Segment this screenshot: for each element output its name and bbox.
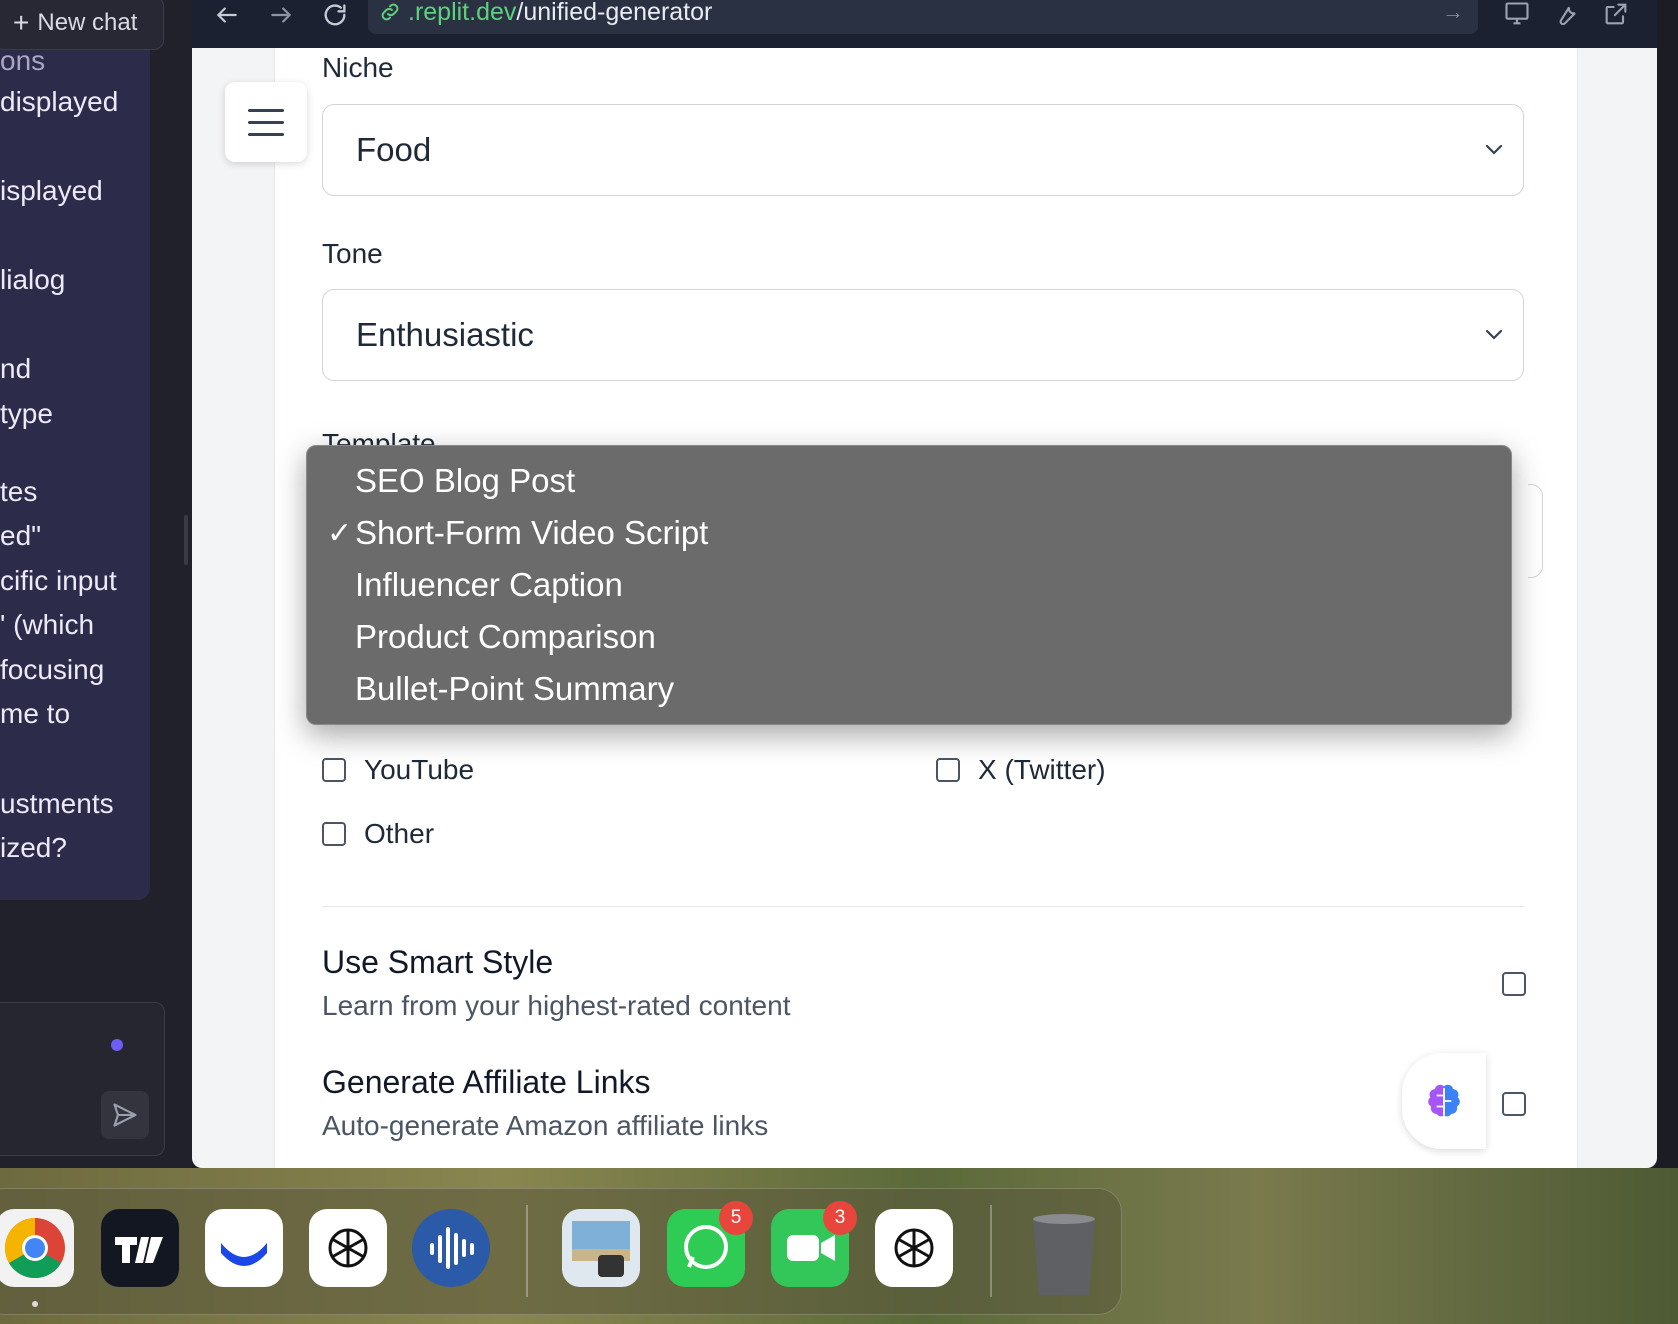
youtube-checkbox[interactable] <box>322 758 346 782</box>
preview-icon[interactable] <box>562 1209 640 1287</box>
audio-app-icon[interactable] <box>412 1209 490 1287</box>
browser-toolbar: .replit.dev/unified-generator → <box>192 0 1657 48</box>
url-path: /unified-generator <box>516 0 713 26</box>
section-divider <box>322 906 1524 907</box>
chevron-down-icon <box>1483 290 1505 416</box>
chat-text-line: tes <box>0 476 38 507</box>
chat-text-line: focusing <box>0 654 105 685</box>
chrome-icon[interactable] <box>0 1209 74 1287</box>
affiliate-links-description: Auto-generate Amazon affiliate links <box>322 1110 769 1141</box>
template-option[interactable]: Product Comparison <box>355 618 656 656</box>
template-option-selected[interactable]: Short-Form Video Script <box>355 514 708 552</box>
notification-badge: 3 <box>823 1201 857 1235</box>
whatsapp-icon[interactable]: 5 <box>667 1201 753 1287</box>
chat-text-line: ed" <box>0 520 42 551</box>
tradingview-icon[interactable] <box>101 1209 179 1287</box>
chat-text-line: cific input <box>0 565 117 596</box>
template-option[interactable]: Bullet-Point Summary <box>355 670 674 708</box>
send-button[interactable] <box>101 1091 149 1139</box>
other-checkbox[interactable] <box>322 822 346 846</box>
new-chat-button[interactable]: + New chat <box>0 0 164 50</box>
device-preview-icon[interactable] <box>1502 0 1532 33</box>
new-chat-label: New chat <box>37 9 138 36</box>
active-app-indicator <box>32 1301 38 1307</box>
menu-bar <box>248 132 284 136</box>
back-arrow-icon[interactable] <box>212 2 242 32</box>
menu-bar <box>248 120 284 124</box>
facetime-icon[interactable]: 3 <box>771 1201 857 1287</box>
trash-icon[interactable] <box>1025 1209 1103 1295</box>
tone-select[interactable]: Enthusiastic <box>322 289 1524 381</box>
wise-icon[interactable] <box>205 1209 283 1287</box>
dock-separator <box>526 1205 528 1297</box>
chat-text-line: lialog <box>0 264 66 295</box>
reload-icon[interactable] <box>320 2 350 32</box>
forward-arrow-icon[interactable] <box>266 2 296 32</box>
address-bar[interactable]: .replit.dev/unified-generator → <box>368 0 1478 34</box>
chat-text-line: ' (which <box>0 609 95 640</box>
tone-label: Tone <box>322 238 383 269</box>
niche-select[interactable]: Food <box>322 104 1524 196</box>
chat-text-line: displayed <box>0 86 119 117</box>
chat-panel: ons displayed isplayed lialog nd type te… <box>0 0 192 1190</box>
chevron-down-icon <box>1483 105 1505 231</box>
affiliate-links-title: Generate Affiliate Links <box>322 1064 651 1100</box>
status-dot <box>111 1039 123 1051</box>
chat-text-line: me to <box>0 698 71 729</box>
panel-resize-handle[interactable] <box>184 515 188 565</box>
chat-text-line: type <box>0 398 53 429</box>
link-icon <box>381 3 399 21</box>
youtube-label: YouTube <box>364 754 475 785</box>
go-arrow-icon[interactable]: → <box>1442 0 1464 30</box>
niche-label: Niche <box>322 52 394 83</box>
affiliate-links-checkbox[interactable] <box>1502 1092 1526 1116</box>
template-select[interactable] <box>1528 484 1543 578</box>
hamburger-menu-button[interactable] <box>225 82 307 162</box>
tone-value: Enthusiastic <box>356 316 534 353</box>
niche-value: Food <box>356 131 432 168</box>
chat-text-line: ustments <box>0 788 114 819</box>
dock-separator <box>990 1205 992 1297</box>
smart-style-checkbox[interactable] <box>1502 972 1526 996</box>
brain-icon <box>1428 1084 1460 1117</box>
template-option[interactable]: Influencer Caption <box>355 566 623 604</box>
chatgpt-ipad-icon[interactable] <box>875 1209 953 1287</box>
ai-assistant-button[interactable] <box>1402 1053 1486 1149</box>
plus-icon: + <box>13 7 30 38</box>
notification-badge: 5 <box>719 1201 753 1235</box>
other-label: Other <box>364 818 435 849</box>
x-twitter-label: X (Twitter) <box>978 754 1106 785</box>
url-domain: .replit.dev <box>408 0 517 26</box>
send-icon <box>113 1103 137 1127</box>
x-twitter-checkbox[interactable] <box>936 758 960 782</box>
menu-bar <box>248 108 284 112</box>
smart-style-title: Use Smart Style <box>322 944 554 980</box>
chat-text-line: isplayed <box>0 175 103 206</box>
chat-text-line: nd <box>0 353 32 384</box>
smart-style-description: Learn from your highest-rated content <box>322 990 791 1021</box>
template-option[interactable]: SEO Blog Post <box>355 462 575 500</box>
checkmark-icon: ✓ <box>327 517 353 550</box>
chatgpt-icon[interactable] <box>309 1209 387 1287</box>
chat-text-line: ized? <box>0 832 67 863</box>
chat-input[interactable] <box>0 1002 165 1156</box>
template-label: Template <box>322 428 436 446</box>
open-external-icon[interactable] <box>1602 0 1630 33</box>
wrench-icon[interactable] <box>1552 0 1580 33</box>
template-dropdown-menu: SEO Blog Post ✓ Short-Form Video Script … <box>306 445 1512 725</box>
chat-message-bubble: ons displayed isplayed lialog nd type te… <box>0 30 150 900</box>
